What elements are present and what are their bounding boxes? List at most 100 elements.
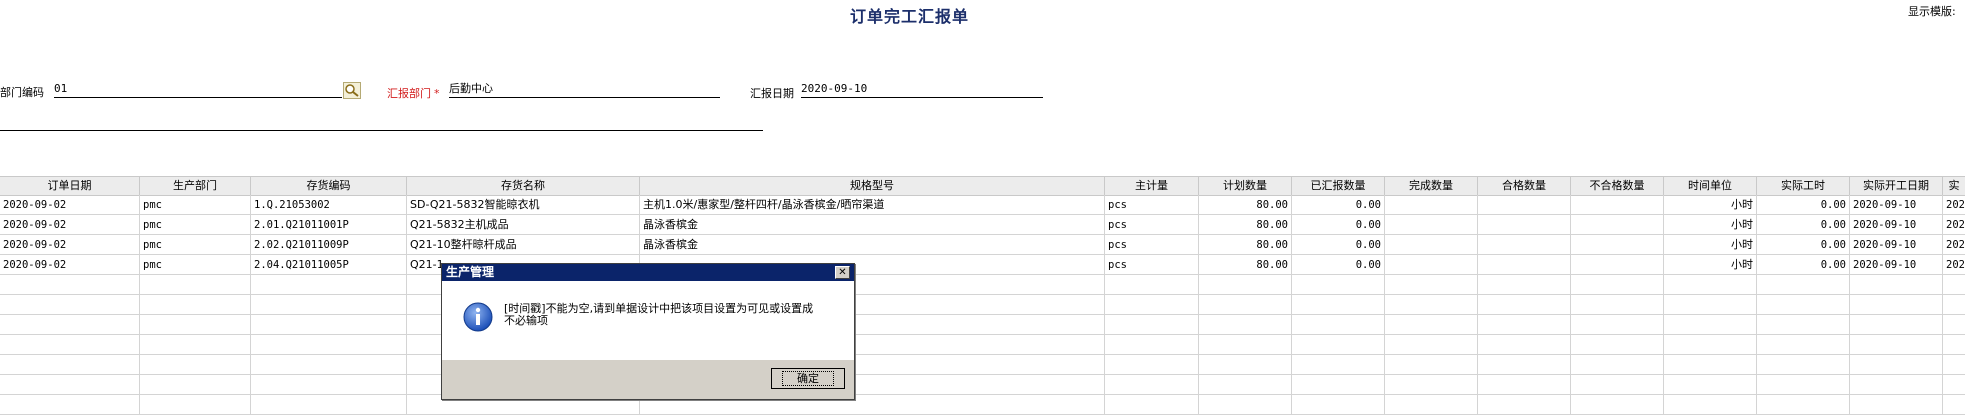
cell-reported-qty[interactable]: [1292, 395, 1385, 415]
col-header-fail-qty[interactable]: 不合格数量: [1571, 177, 1664, 195]
cell-fail-qty[interactable]: [1571, 395, 1664, 415]
col-header-actual-start[interactable]: 实际开工日期: [1850, 177, 1943, 195]
cell-actual-hours[interactable]: [1757, 315, 1850, 335]
cell-pass-qty[interactable]: [1478, 195, 1571, 215]
table-row[interactable]: [0, 335, 1965, 355]
cell-item-name[interactable]: SD-Q21-5832智能晾衣机: [407, 195, 640, 215]
cell-plan-qty[interactable]: [1199, 375, 1292, 395]
cell-prod-dept[interactable]: [140, 315, 251, 335]
col-header-plan-qty[interactable]: 计划数量: [1199, 177, 1292, 195]
cell-plan-qty[interactable]: 80.00: [1199, 195, 1292, 215]
cell-fail-qty[interactable]: [1571, 315, 1664, 335]
cell-order-date[interactable]: [0, 315, 140, 335]
close-icon[interactable]: ✕: [835, 266, 850, 279]
cell-prod-dept[interactable]: [140, 295, 251, 315]
cell-actual-more[interactable]: 202: [1943, 215, 1965, 235]
cell-spec[interactable]: 晶泳香槟金: [640, 215, 1105, 235]
cell-time-unit[interactable]: 小时: [1664, 215, 1757, 235]
table-row[interactable]: 2020-09-02 pmc 2.01.Q21011001P Q21-5832主机成品…: [0, 215, 1965, 235]
cell-pass-qty[interactable]: [1478, 315, 1571, 335]
cell-prod-dept[interactable]: pmc: [140, 235, 251, 255]
cell-time-unit[interactable]: 小时: [1664, 235, 1757, 255]
cell-reported-qty[interactable]: [1292, 295, 1385, 315]
show-template-link[interactable]: 显示模版:: [1908, 3, 1956, 19]
cell-actual-more[interactable]: [1943, 355, 1965, 375]
cell-spec[interactable]: 主机1.0米/惠家型/整杆四杆/晶泳香槟金/晒帘渠道: [640, 195, 1105, 215]
cell-pass-qty[interactable]: [1478, 355, 1571, 375]
cell-actual-more[interactable]: [1943, 295, 1965, 315]
table-row[interactable]: [0, 315, 1965, 335]
cell-actual-hours[interactable]: [1757, 355, 1850, 375]
cell-plan-qty[interactable]: [1199, 355, 1292, 375]
cell-order-date[interactable]: [0, 375, 140, 395]
col-header-done-qty[interactable]: 完成数量: [1385, 177, 1478, 195]
cell-done-qty[interactable]: [1385, 335, 1478, 355]
cell-actual-hours[interactable]: [1757, 335, 1850, 355]
cell-fail-qty[interactable]: [1571, 275, 1664, 295]
cell-order-date[interactable]: [0, 395, 140, 415]
cell-fail-qty[interactable]: [1571, 195, 1664, 215]
cell-actual-start[interactable]: 2020-09-10: [1850, 235, 1943, 255]
cell-spec[interactable]: 晶泳香槟金: [640, 235, 1105, 255]
cell-actual-start[interactable]: [1850, 315, 1943, 335]
cell-uom[interactable]: [1105, 315, 1199, 335]
table-row[interactable]: [0, 375, 1965, 395]
cell-pass-qty[interactable]: [1478, 375, 1571, 395]
table-row[interactable]: 2020-09-02 pmc 2.04.Q21011005P Q21-1 pcs 80.0…: [0, 255, 1965, 275]
cell-actual-start[interactable]: 2020-09-10: [1850, 195, 1943, 215]
cell-prod-dept[interactable]: [140, 395, 251, 415]
cell-time-unit[interactable]: 小时: [1664, 195, 1757, 215]
cell-pass-qty[interactable]: [1478, 215, 1571, 235]
cell-reported-qty[interactable]: 0.00: [1292, 255, 1385, 275]
cell-actual-hours[interactable]: 0.00: [1757, 215, 1850, 235]
col-header-actual-more[interactable]: 实: [1943, 177, 1965, 195]
cell-fail-qty[interactable]: [1571, 375, 1664, 395]
cell-prod-dept[interactable]: pmc: [140, 255, 251, 275]
table-row[interactable]: 2020-09-02 pmc 2.02.Q21011009P Q21-10整杆晾杆成品…: [0, 235, 1965, 255]
cell-actual-more[interactable]: [1943, 395, 1965, 415]
report-dept-field[interactable]: 后勤中心: [449, 82, 720, 98]
cell-pass-qty[interactable]: [1478, 235, 1571, 255]
cell-prod-dept[interactable]: [140, 335, 251, 355]
cell-reported-qty[interactable]: 0.00: [1292, 195, 1385, 215]
cell-uom[interactable]: [1105, 275, 1199, 295]
cell-actual-more[interactable]: [1943, 335, 1965, 355]
cell-item-code[interactable]: [251, 395, 407, 415]
cell-item-name[interactable]: Q21-10整杆晾杆成品: [407, 235, 640, 255]
report-date-field[interactable]: 2020-09-10: [801, 82, 1043, 98]
cell-uom[interactable]: [1105, 375, 1199, 395]
cell-time-unit[interactable]: [1664, 375, 1757, 395]
cell-done-qty[interactable]: [1385, 355, 1478, 375]
cell-item-code[interactable]: [251, 275, 407, 295]
cell-plan-qty[interactable]: [1199, 295, 1292, 315]
cell-actual-more[interactable]: [1943, 315, 1965, 335]
cell-uom[interactable]: pcs: [1105, 195, 1199, 215]
cell-done-qty[interactable]: [1385, 215, 1478, 235]
col-header-spec[interactable]: 规格型号: [640, 177, 1105, 195]
cell-prod-dept[interactable]: [140, 375, 251, 395]
cell-pass-qty[interactable]: [1478, 255, 1571, 275]
cell-uom[interactable]: pcs: [1105, 215, 1199, 235]
cell-item-code[interactable]: [251, 295, 407, 315]
cell-time-unit[interactable]: [1664, 355, 1757, 375]
cell-prod-dept[interactable]: [140, 355, 251, 375]
table-row[interactable]: [0, 275, 1965, 295]
cell-fail-qty[interactable]: [1571, 235, 1664, 255]
cell-done-qty[interactable]: [1385, 235, 1478, 255]
cell-order-date[interactable]: 2020-09-02: [0, 255, 140, 275]
cell-actual-start[interactable]: 2020-09-10: [1850, 215, 1943, 235]
cell-item-code[interactable]: [251, 315, 407, 335]
lookup-button[interactable]: [343, 82, 361, 99]
cell-time-unit[interactable]: [1664, 335, 1757, 355]
cell-done-qty[interactable]: [1385, 395, 1478, 415]
table-row[interactable]: 2020-09-02 pmc 1.Q.21053002 SD-Q21-5832智能晾衣…: [0, 195, 1965, 215]
cell-item-code[interactable]: [251, 375, 407, 395]
cell-actual-start[interactable]: [1850, 395, 1943, 415]
col-header-prod-dept[interactable]: 生产部门: [140, 177, 251, 195]
table-row[interactable]: [0, 395, 1965, 415]
cell-item-code[interactable]: 1.Q.21053002: [251, 195, 407, 215]
col-header-item-name[interactable]: 存货名称: [407, 177, 640, 195]
cell-actual-start[interactable]: [1850, 375, 1943, 395]
cell-actual-hours[interactable]: [1757, 375, 1850, 395]
cell-reported-qty[interactable]: [1292, 315, 1385, 335]
